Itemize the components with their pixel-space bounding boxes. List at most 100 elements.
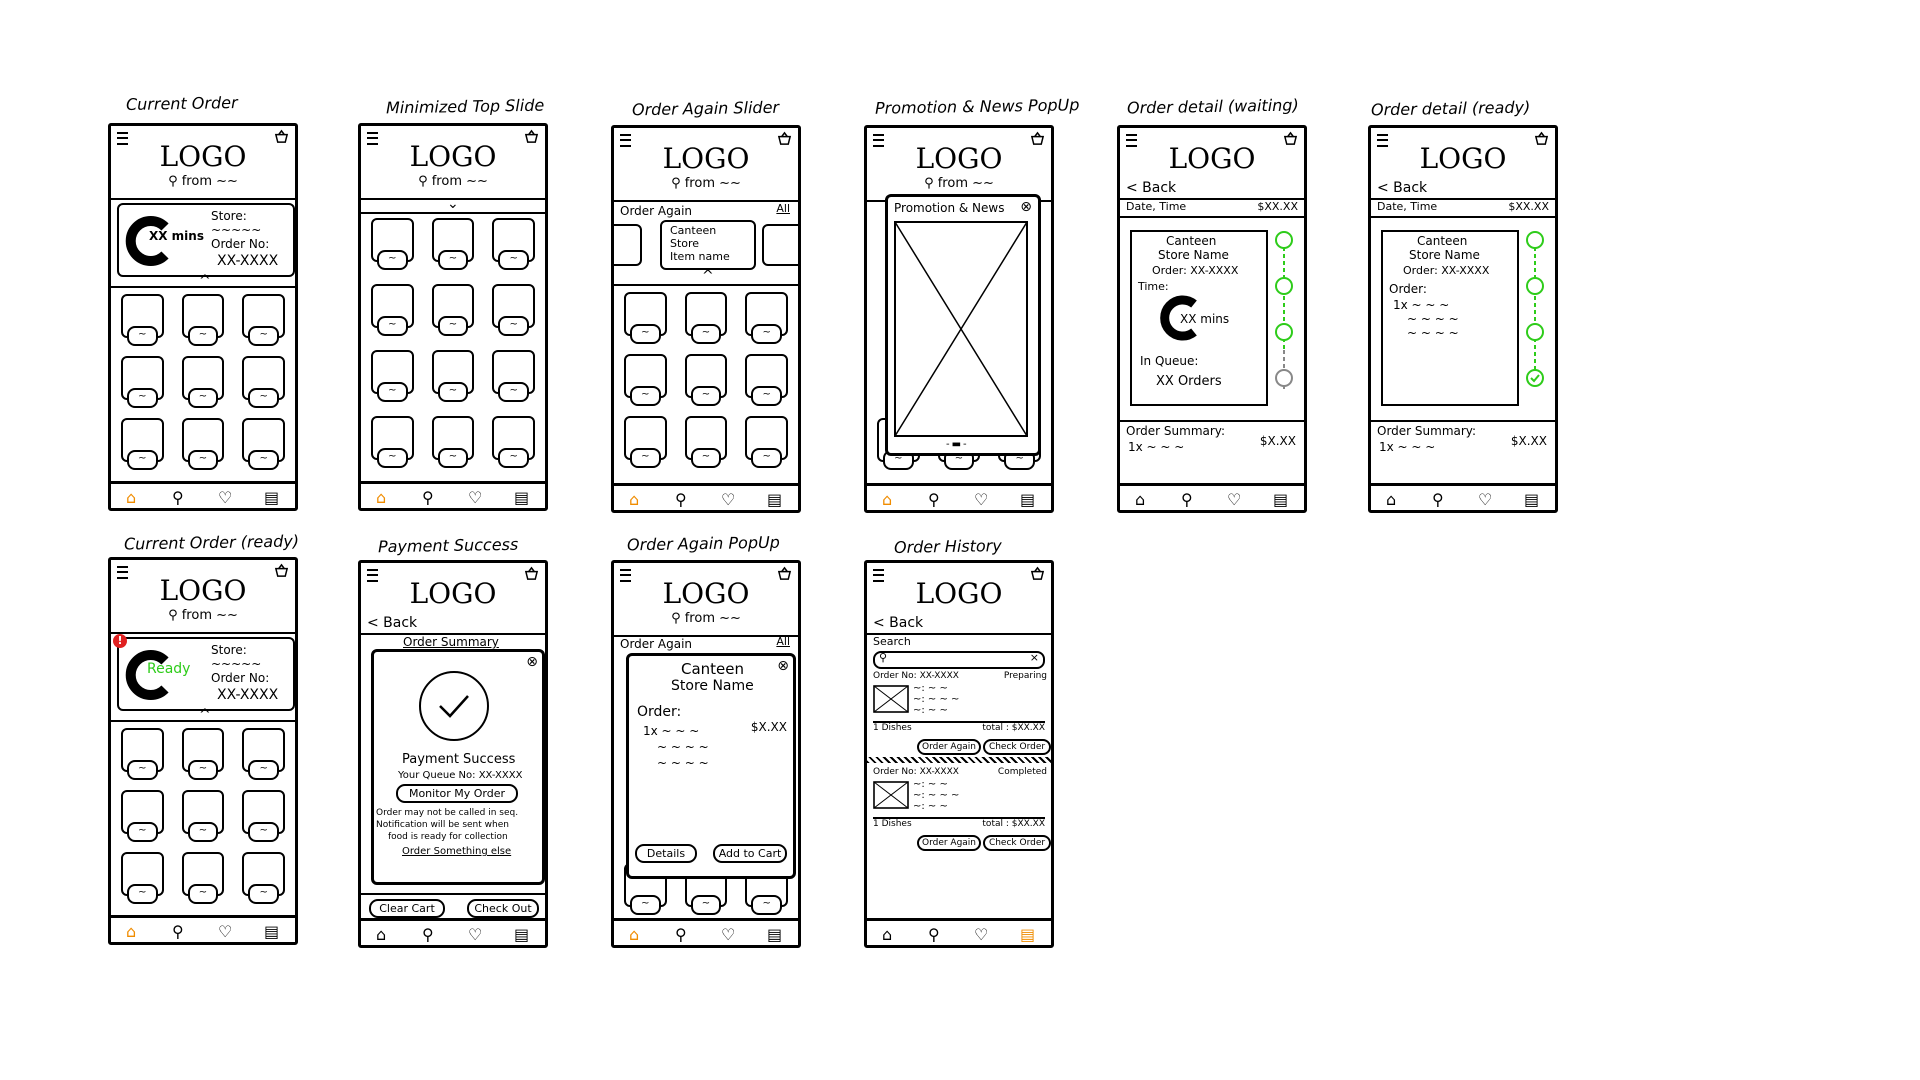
menu-card[interactable]: ~ <box>426 284 481 336</box>
menu-card[interactable]: ~ <box>236 418 291 470</box>
promotion-image[interactable] <box>894 221 1028 437</box>
orders-icon[interactable]: ▤ <box>767 490 783 509</box>
menu-card[interactable]: ~ <box>365 218 420 270</box>
home-icon[interactable]: ⌂ <box>882 925 898 944</box>
menu-card[interactable]: ~ <box>176 356 231 408</box>
menu-card[interactable]: ~ <box>115 294 170 346</box>
menu-card[interactable]: ~ <box>679 354 734 406</box>
order-again-button[interactable]: Order Again <box>917 835 981 851</box>
menu-card[interactable]: ~ <box>176 852 231 904</box>
menu-card[interactable]: ~ <box>486 218 541 270</box>
location-selector[interactable]: ⚲ from ~~ <box>614 611 798 626</box>
menu-card[interactable]: ~ <box>176 418 231 470</box>
checkout-button[interactable]: Check Out <box>467 899 539 918</box>
check-order-button[interactable]: Check Order <box>983 835 1051 851</box>
collapse-chevron-icon[interactable]: ^ <box>702 268 714 284</box>
see-all-link[interactable]: All <box>776 635 790 648</box>
clear-icon[interactable]: × <box>1030 651 1039 664</box>
home-icon[interactable]: ⌂ <box>629 490 645 509</box>
home-icon[interactable]: ⌂ <box>126 488 142 507</box>
menu-card[interactable]: ~ <box>618 416 673 468</box>
search-icon[interactable]: ⚲ <box>172 922 188 941</box>
expand-chevron-icon[interactable]: ⌄ <box>447 196 459 212</box>
slider-card-prev[interactable] <box>614 224 642 266</box>
menu-card[interactable]: ~ <box>426 350 481 402</box>
details-button[interactable]: Details <box>635 844 697 863</box>
orders-icon[interactable]: ▤ <box>264 488 280 507</box>
heart-icon[interactable]: ♡ <box>468 925 484 944</box>
orders-icon[interactable]: ▤ <box>514 925 530 944</box>
search-icon[interactable]: ⚲ <box>675 490 691 509</box>
heart-icon[interactable]: ♡ <box>218 488 234 507</box>
back-button[interactable]: < Back <box>873 615 923 631</box>
orders-icon[interactable]: ▤ <box>264 922 280 941</box>
search-icon[interactable]: ⚲ <box>1432 490 1448 509</box>
search-icon[interactable]: ⚲ <box>675 925 691 944</box>
menu-card[interactable]: ~ <box>236 728 291 780</box>
orders-icon[interactable]: ▤ <box>1273 490 1289 509</box>
add-to-cart-button[interactable]: Add to Cart <box>713 844 787 863</box>
menu-card[interactable]: ~ <box>679 292 734 344</box>
search-icon[interactable]: ⚲ <box>172 488 188 507</box>
menu-card[interactable]: ~ <box>426 218 481 270</box>
menu-card[interactable]: ~ <box>176 728 231 780</box>
current-order-card[interactable]: Ready Store: ~~~~~ Order No: XX-XXXX <box>117 637 295 711</box>
heart-icon[interactable]: ♡ <box>1227 490 1243 509</box>
menu-card[interactable]: ~ <box>115 356 170 408</box>
orders-icon[interactable]: ▤ <box>1020 925 1036 944</box>
menu-card[interactable]: ~ <box>236 294 291 346</box>
heart-icon[interactable]: ♡ <box>1478 490 1494 509</box>
see-all-link[interactable]: All <box>776 202 790 215</box>
heart-icon[interactable]: ♡ <box>468 488 484 507</box>
orders-icon[interactable]: ▤ <box>767 925 783 944</box>
current-order-card[interactable]: XX mins Store: ~~~~~ Order No: XX-XXXX <box>117 203 295 277</box>
menu-card[interactable]: ~ <box>115 728 170 780</box>
clear-cart-button[interactable]: Clear Cart <box>369 899 445 918</box>
search-icon[interactable]: ⚲ <box>928 490 944 509</box>
menu-card[interactable]: ~ <box>115 852 170 904</box>
slider-card-current[interactable]: Canteen Store Item name <box>660 220 756 270</box>
slider-card-next[interactable] <box>762 224 798 266</box>
orders-icon[interactable]: ▤ <box>1524 490 1540 509</box>
menu-card[interactable]: ~ <box>365 284 420 336</box>
menu-card[interactable]: ~ <box>115 418 170 470</box>
home-icon[interactable]: ⌂ <box>376 488 392 507</box>
menu-card[interactable]: ~ <box>426 416 481 468</box>
menu-card[interactable]: ~ <box>365 350 420 402</box>
menu-card[interactable]: ~ <box>115 790 170 842</box>
location-selector[interactable]: ⚲ from ~~ <box>111 174 295 189</box>
heart-icon[interactable]: ♡ <box>974 490 990 509</box>
location-selector[interactable]: ⚲ from ~~ <box>111 608 295 623</box>
home-icon[interactable]: ⌂ <box>629 925 645 944</box>
home-icon[interactable]: ⌂ <box>882 490 898 509</box>
menu-card[interactable]: ~ <box>176 790 231 842</box>
menu-card[interactable]: ~ <box>739 292 794 344</box>
back-button[interactable]: < Back <box>367 615 417 631</box>
location-selector[interactable]: ⚲ from ~~ <box>867 176 1051 191</box>
menu-card[interactable]: ~ <box>739 354 794 406</box>
carousel-dots[interactable]: -▬- <box>946 439 969 450</box>
heart-icon[interactable]: ♡ <box>721 490 737 509</box>
search-icon[interactable]: ⚲ <box>1181 490 1197 509</box>
orders-icon[interactable]: ▤ <box>1020 490 1036 509</box>
back-button[interactable]: < Back <box>1377 180 1427 196</box>
heart-icon[interactable]: ♡ <box>974 925 990 944</box>
menu-card[interactable]: ~ <box>618 354 673 406</box>
menu-card[interactable]: ~ <box>236 356 291 408</box>
location-selector[interactable]: ⚲ from ~~ <box>361 174 545 189</box>
search-icon[interactable]: ⚲ <box>928 925 944 944</box>
menu-card[interactable]: ~ <box>739 416 794 468</box>
menu-card[interactable]: ~ <box>236 790 291 842</box>
home-icon[interactable]: ⌂ <box>1386 490 1402 509</box>
home-icon[interactable]: ⌂ <box>126 922 142 941</box>
home-icon[interactable]: ⌂ <box>1135 490 1151 509</box>
search-icon[interactable]: ⚲ <box>422 488 438 507</box>
menu-card[interactable]: ~ <box>486 416 541 468</box>
check-order-button[interactable]: Check Order <box>983 739 1051 755</box>
order-again-button[interactable]: Order Again <box>917 739 981 755</box>
menu-card[interactable]: ~ <box>486 284 541 336</box>
location-selector[interactable]: ⚲ from ~~ <box>614 176 798 191</box>
heart-icon[interactable]: ♡ <box>218 922 234 941</box>
close-icon[interactable]: ⊗ <box>526 654 538 670</box>
order-something-else-link[interactable]: Order Something else <box>402 846 511 857</box>
